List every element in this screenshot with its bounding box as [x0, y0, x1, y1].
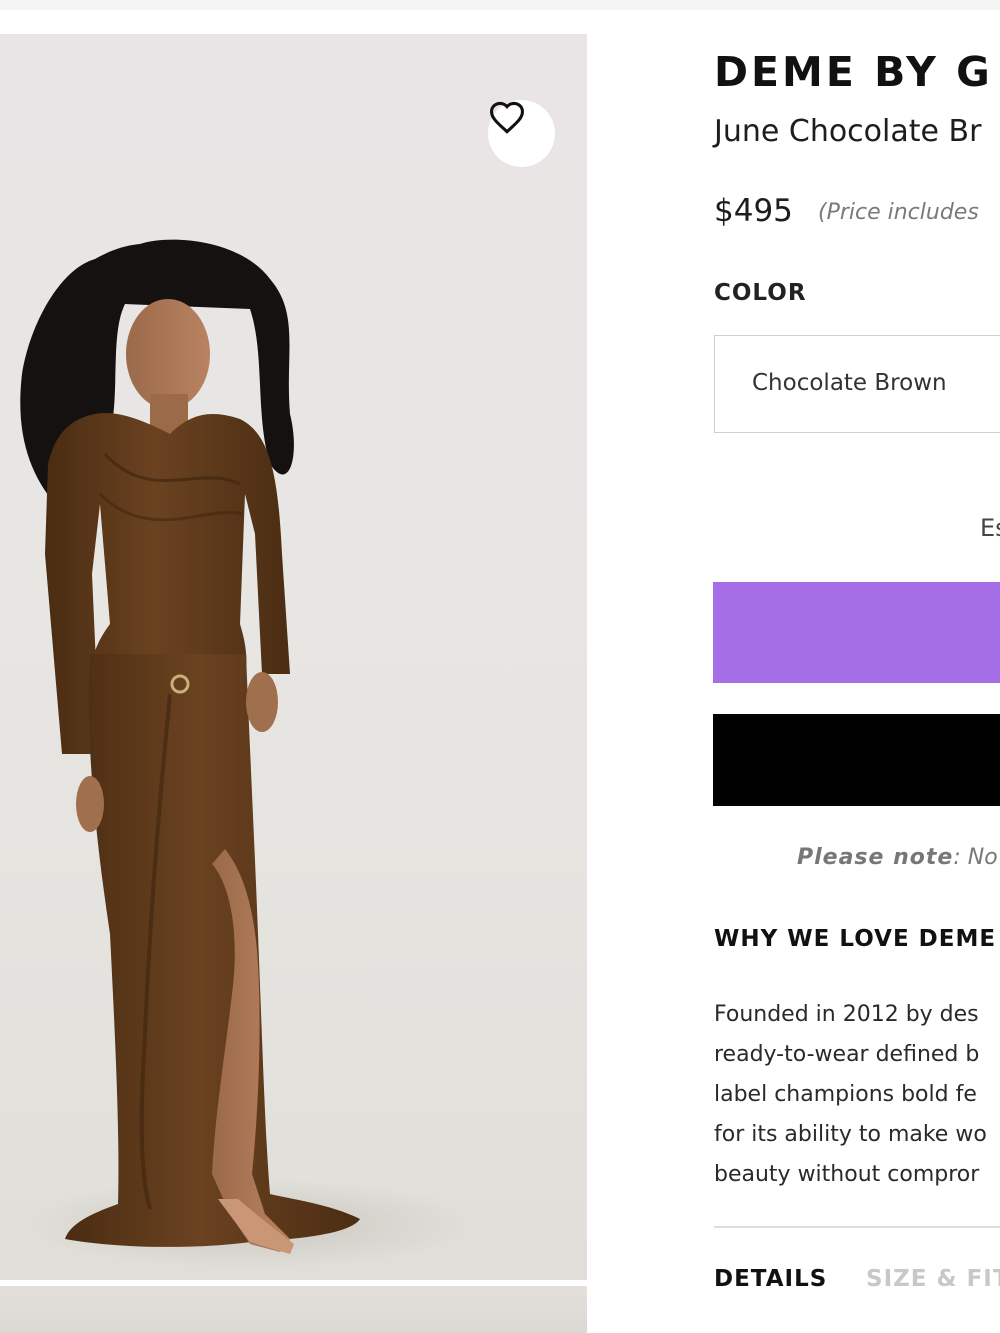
divider — [714, 1226, 1000, 1228]
description-line: ready-to-wear defined b — [714, 1042, 980, 1067]
product-image-secondary[interactable] — [0, 1286, 587, 1333]
description-line: Founded in 2012 by des — [714, 1002, 979, 1027]
secondary-action-button[interactable] — [713, 714, 1000, 806]
please-note-text: : No — [953, 845, 998, 870]
delivery-estimate: Es — [980, 514, 1000, 542]
color-selector[interactable]: Chocolate Brown — [714, 335, 1000, 433]
why-we-love-heading: WHY WE LOVE DEME — [714, 926, 997, 952]
product-title: June Chocolate Br — [714, 114, 982, 149]
tab-details[interactable]: DETAILS — [714, 1266, 827, 1292]
price-note: (Price includes — [818, 200, 979, 225]
product-price: $495 — [714, 193, 793, 229]
please-note-label: Please note — [797, 845, 954, 870]
product-image[interactable] — [0, 34, 587, 1280]
description-line: label champions bold fe — [714, 1082, 977, 1107]
brand-description: Founded in 2012 by des ready-to-wear def… — [714, 995, 1000, 1195]
primary-action-button[interactable] — [713, 582, 1000, 683]
tab-size-fit[interactable]: SIZE & FIT — [866, 1266, 1000, 1292]
please-note: Please note: No — [797, 845, 998, 870]
model-illustration — [20, 239, 480, 1269]
product-page: DEME BY G June Chocolate Br $495 (Price … — [0, 0, 1000, 1333]
brand-name[interactable]: DEME BY G — [714, 48, 993, 96]
description-line: beauty without compror — [714, 1162, 980, 1187]
color-label: COLOR — [714, 280, 807, 306]
selected-color: Chocolate Brown — [752, 370, 947, 396]
top-bar — [0, 0, 1000, 10]
favorite-button[interactable] — [488, 100, 555, 167]
description-line: for its ability to make wo — [714, 1122, 987, 1147]
